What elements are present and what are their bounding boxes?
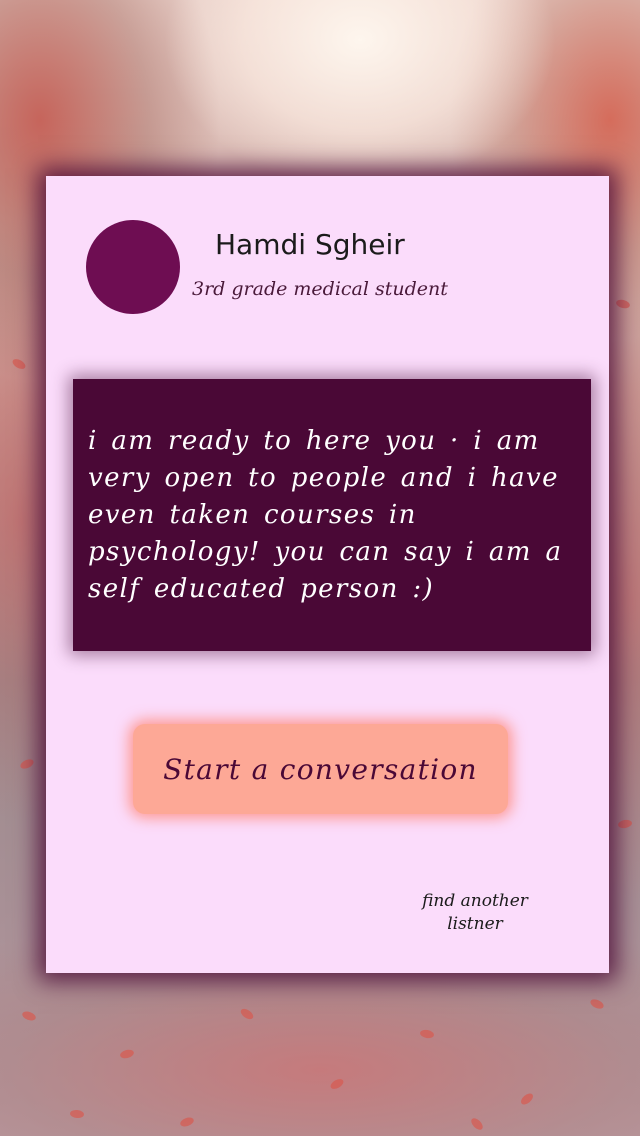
leaf-decoration [588, 997, 606, 1011]
leaf-decoration [519, 1091, 535, 1107]
leaf-decoration [179, 1115, 195, 1129]
leaf-decoration [119, 1048, 135, 1060]
leaf-decoration [615, 298, 631, 310]
avatar [86, 220, 180, 314]
profile-name: Hamdi Sgheir [215, 228, 405, 261]
leaf-decoration [238, 1006, 256, 1022]
intro-message-text: i am ready to here you · i am very open … [88, 426, 563, 604]
leaf-decoration [21, 1009, 37, 1023]
intro-message-box: i am ready to here you · i am very open … [73, 379, 591, 651]
leaf-decoration [18, 757, 36, 771]
leaf-decoration [617, 818, 633, 830]
find-another-listener-link[interactable]: find another listner [410, 890, 540, 936]
leaf-decoration [69, 1109, 85, 1119]
start-conversation-button[interactable]: Start a conversation [133, 724, 508, 814]
listener-card: Hamdi Sgheir 3rd grade medical student i… [46, 176, 609, 973]
leaf-decoration [419, 1028, 435, 1040]
leaf-decoration [328, 1077, 346, 1091]
leaf-decoration [10, 357, 28, 371]
leaf-decoration [469, 1116, 485, 1132]
profile-role: 3rd grade medical student [192, 278, 448, 300]
